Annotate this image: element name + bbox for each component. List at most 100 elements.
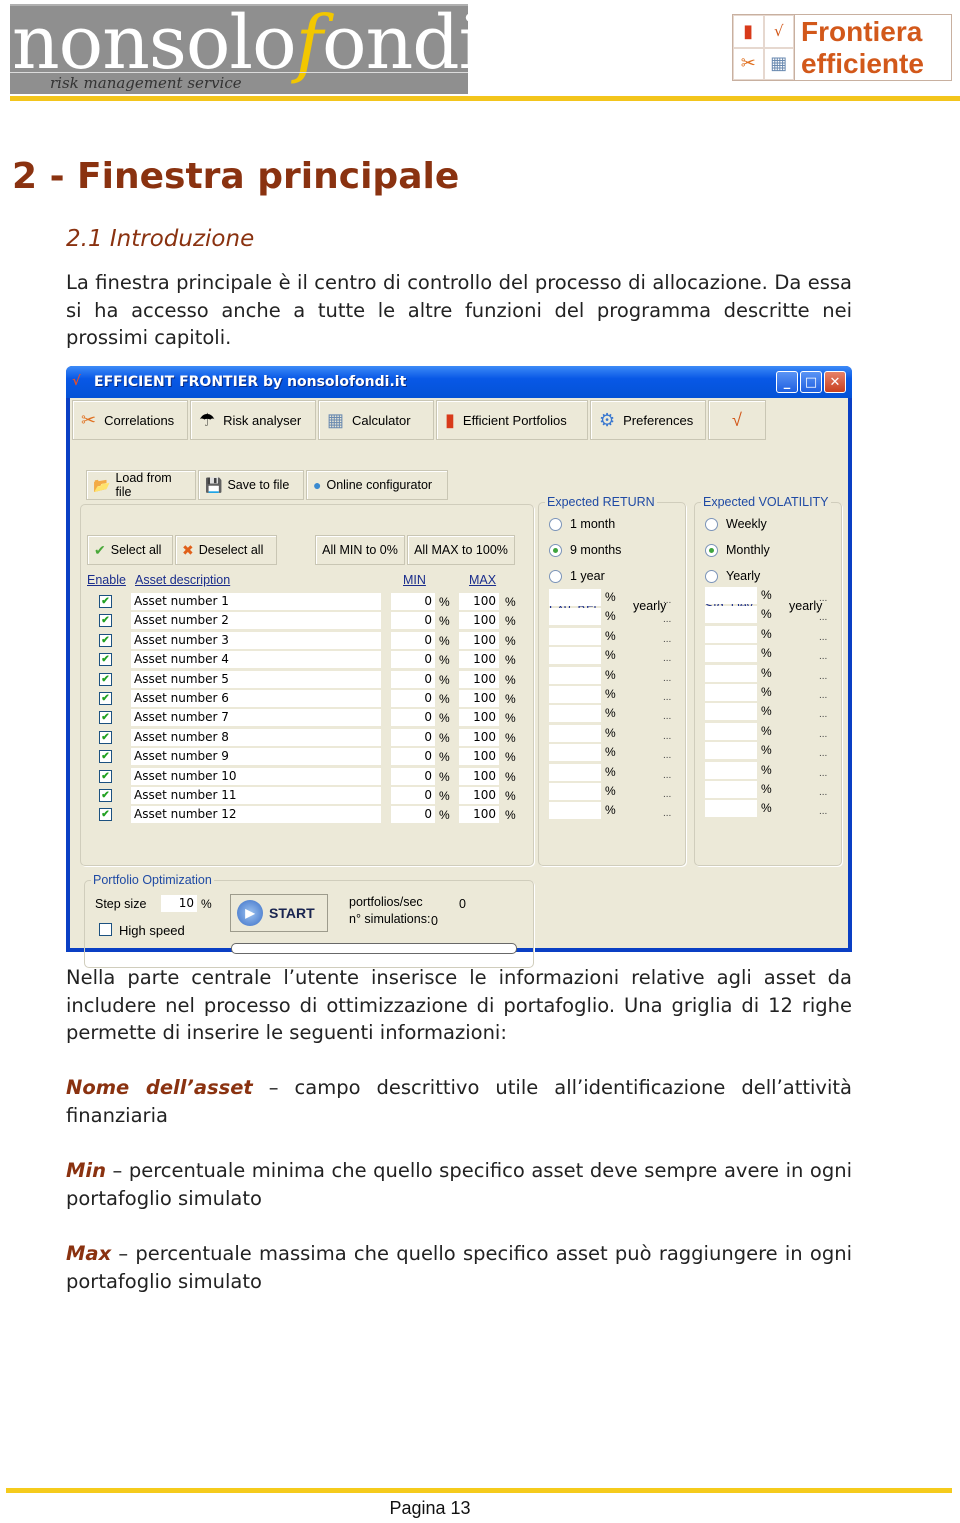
min-input[interactable]: 0 [391, 748, 435, 766]
max-input[interactable]: 100 [459, 767, 499, 785]
return-1-year-radio[interactable]: 1 year [549, 569, 605, 583]
max-input[interactable]: 100 [459, 748, 499, 766]
min-input[interactable]: 0 [391, 806, 435, 824]
select-all-button[interactable]: ✔ Select all [87, 535, 173, 565]
asset-name-input[interactable]: Asset number 1 [131, 593, 381, 610]
asset-name-input[interactable]: Asset number 4 [131, 651, 381, 669]
more-button[interactable]: ... [819, 632, 827, 643]
max-input[interactable]: 100 [459, 787, 499, 804]
more-button[interactable]: ... [819, 671, 827, 682]
enable-checkbox[interactable]: ✔ [99, 730, 112, 744]
save-to-file-button[interactable]: 💾 Save to file [198, 470, 304, 500]
enable-checkbox[interactable]: ✔ [99, 750, 112, 764]
more-button[interactable]: ... [663, 634, 671, 645]
return-1-month-radio[interactable]: 1 month [549, 517, 615, 531]
more-button[interactable]: ... [819, 748, 827, 759]
asset-name-input[interactable]: Asset number 3 [131, 631, 381, 649]
formula-button[interactable]: √ [708, 400, 766, 440]
more-button[interactable]: ... [663, 692, 671, 703]
close-button[interactable]: ✕ [824, 371, 846, 393]
asset-name-input[interactable]: Asset number 7 [131, 709, 381, 727]
description-column-header[interactable]: Asset description [135, 573, 230, 587]
min-column-header[interactable]: MIN [403, 573, 426, 587]
volatility-monthly-radio[interactable]: Monthly [705, 543, 770, 557]
load-from-file-button[interactable]: 📂 Load from file [86, 470, 196, 500]
min-input[interactable]: 0 [391, 690, 435, 707]
max-input[interactable]: 100 [459, 612, 499, 630]
max-column-header[interactable]: MAX [469, 573, 496, 587]
more-button[interactable]: ... [663, 808, 671, 819]
volatility-weekly-radio[interactable]: Weekly [705, 517, 767, 531]
std-dev-input[interactable] [705, 664, 757, 682]
more-button[interactable]: ... [819, 768, 827, 779]
more-button[interactable]: ... [663, 673, 671, 684]
std-dev-input[interactable] [705, 625, 757, 643]
min-input[interactable]: 0 [391, 612, 435, 630]
max-input[interactable]: 100 [459, 651, 499, 669]
exp-ret-input[interactable] [549, 686, 601, 703]
std-dev-input[interactable] [705, 781, 757, 798]
more-button[interactable]: ... [663, 789, 671, 800]
min-input[interactable]: 0 [391, 767, 435, 785]
more-button[interactable]: ... [819, 593, 827, 604]
preferences-button[interactable]: ⚙ Preferences [590, 400, 706, 440]
more-button[interactable]: ... [819, 787, 827, 798]
all-max-button[interactable]: All MAX to 100% [407, 535, 515, 565]
more-button[interactable]: ... [819, 690, 827, 701]
enable-column-header[interactable]: Enable [87, 573, 126, 587]
exp-ret-input[interactable] [549, 666, 601, 684]
deselect-all-button[interactable]: ✖ Deselect all [175, 535, 277, 565]
enable-checkbox[interactable]: ✔ [99, 672, 112, 686]
all-min-button[interactable]: All MIN to 0% [315, 535, 405, 565]
more-button[interactable]: ... [663, 614, 671, 625]
std-dev-input[interactable] [705, 684, 757, 701]
exp-ret-input[interactable] [549, 589, 601, 606]
asset-name-input[interactable]: Asset number 9 [131, 748, 381, 766]
exp-ret-input[interactable] [549, 627, 601, 645]
more-button[interactable]: ... [663, 750, 671, 761]
exp-ret-input[interactable] [549, 705, 601, 723]
max-input[interactable]: 100 [459, 670, 499, 688]
minimize-button[interactable]: _ [776, 371, 798, 393]
min-input[interactable]: 0 [391, 787, 435, 804]
min-input[interactable]: 0 [391, 631, 435, 649]
exp-ret-input[interactable] [549, 802, 601, 820]
min-input[interactable]: 0 [391, 593, 435, 610]
std-dev-input[interactable] [705, 587, 757, 604]
more-button[interactable]: ... [819, 612, 827, 623]
exp-ret-input[interactable] [549, 647, 601, 665]
asset-name-input[interactable]: Asset number 6 [131, 690, 381, 707]
max-input[interactable]: 100 [459, 690, 499, 707]
asset-name-input[interactable]: Asset number 11 [131, 787, 381, 804]
std-dev-input[interactable] [705, 761, 757, 779]
risk-analyser-button[interactable]: ☂ Risk analyser [190, 400, 316, 440]
min-input[interactable]: 0 [391, 728, 435, 746]
exp-ret-input[interactable] [549, 763, 601, 781]
max-input[interactable]: 100 [459, 806, 499, 824]
std-dev-input[interactable] [705, 645, 757, 663]
online-configurator-button[interactable]: ● Online configurator [306, 470, 448, 500]
enable-checkbox[interactable]: ✔ [99, 692, 112, 705]
enable-checkbox[interactable]: ✔ [99, 653, 112, 667]
enable-checkbox[interactable]: ✔ [99, 808, 112, 822]
exp-ret-input[interactable] [549, 608, 601, 626]
max-input[interactable]: 100 [459, 593, 499, 610]
max-input[interactable]: 100 [459, 631, 499, 649]
enable-checkbox[interactable]: ✔ [99, 711, 112, 725]
exp-ret-input[interactable] [549, 783, 601, 800]
min-input[interactable]: 0 [391, 709, 435, 727]
min-input[interactable]: 0 [391, 670, 435, 688]
asset-name-input[interactable]: Asset number 2 [131, 612, 381, 630]
return-9-months-radio[interactable]: 9 months [549, 543, 621, 557]
asset-name-input[interactable]: Asset number 5 [131, 670, 381, 688]
more-button[interactable]: ... [819, 729, 827, 740]
std-dev-input[interactable] [705, 606, 757, 624]
enable-checkbox[interactable]: ✔ [99, 789, 112, 802]
std-dev-input[interactable] [705, 722, 757, 740]
more-button[interactable]: ... [663, 595, 671, 606]
efficient-portfolios-button[interactable]: ▮ Efficient Portfolios [436, 400, 588, 440]
asset-name-input[interactable]: Asset number 10 [131, 767, 381, 785]
enable-checkbox[interactable]: ✔ [99, 595, 112, 608]
min-input[interactable]: 0 [391, 651, 435, 669]
std-dev-input[interactable] [705, 800, 757, 818]
